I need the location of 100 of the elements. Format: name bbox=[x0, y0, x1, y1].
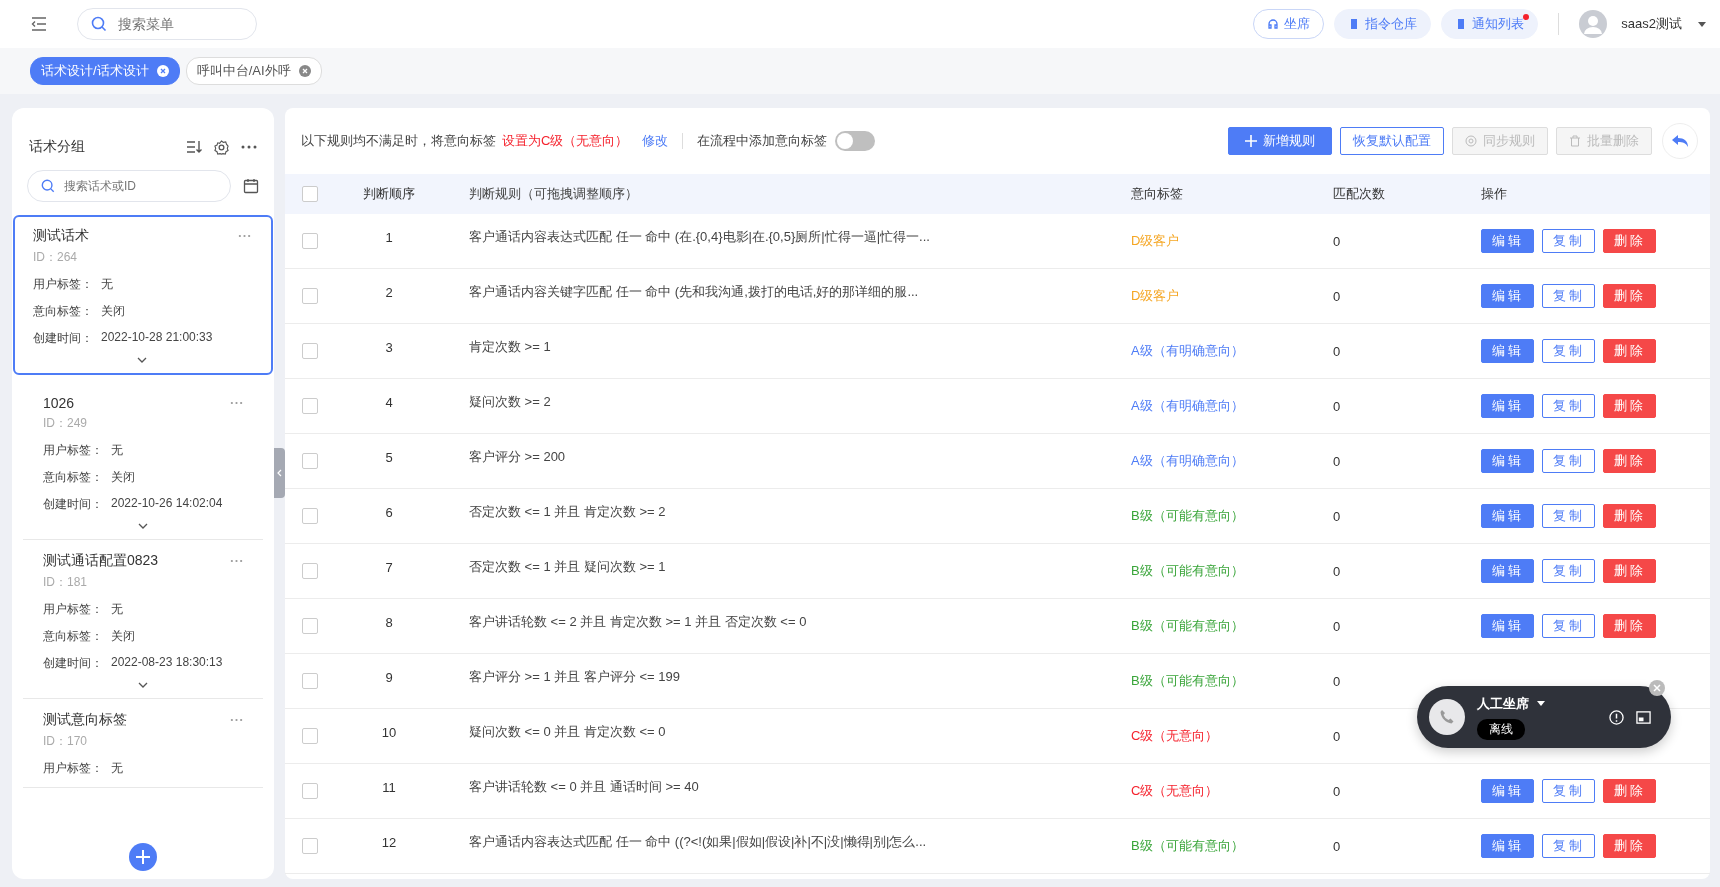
rule-cell: 客户评分 >= 1 并且 客户评分 <= 199 bbox=[469, 669, 680, 684]
row-action-button[interactable]: 复制 bbox=[1542, 339, 1595, 363]
script-name: 1026 bbox=[43, 395, 75, 411]
rule-cell: 客户通话内容关键字匹配 任一 命中 (先和我沟通,拨打的电话,好的那详细的服... bbox=[469, 284, 919, 299]
row-action-button[interactable]: 编辑 bbox=[1481, 229, 1534, 253]
row-checkbox[interactable] bbox=[302, 673, 318, 689]
script-card[interactable]: 测试通话配置0823 ID：181 用户标签： 无 意向标签： 关闭 创建时间： 2022-08-23 18:30:13 bbox=[23, 540, 263, 699]
header-button[interactable]: 坐席 bbox=[1253, 9, 1325, 39]
add-button[interactable] bbox=[129, 843, 157, 871]
row-action-button[interactable]: 删除 bbox=[1603, 339, 1656, 363]
row-checkbox[interactable] bbox=[302, 398, 318, 414]
header-button[interactable]: 指令仓库 bbox=[1334, 9, 1432, 39]
caret-icon[interactable] bbox=[1537, 701, 1545, 706]
script-card[interactable]: 测试话术 ID：264 用户标签： 无 意向标签： 关闭 创建时间： 2022-10-28 21:00:33 bbox=[13, 215, 273, 375]
toolbar-button[interactable]: 新增规则 bbox=[1228, 127, 1332, 155]
row-action-button[interactable]: 删除 bbox=[1603, 779, 1656, 803]
row-action-button[interactable]: 删除 bbox=[1603, 449, 1656, 473]
order-cell: 9 bbox=[385, 669, 393, 685]
user-name[interactable]: saas2测试 bbox=[1621, 15, 1682, 33]
column-header: 判断规则（可拖拽调整顺序） bbox=[469, 186, 638, 201]
row-action-button[interactable]: 删除 bbox=[1603, 504, 1656, 528]
edit-link[interactable]: 修改 bbox=[642, 132, 669, 150]
row-checkbox[interactable] bbox=[302, 508, 318, 524]
menu-icon[interactable] bbox=[31, 17, 47, 31]
sort-icon[interactable] bbox=[186, 140, 202, 154]
chevron-down-icon[interactable] bbox=[137, 357, 147, 363]
page-tab[interactable]: 呼叫中台/AI外呼 bbox=[185, 57, 322, 85]
row-action-button[interactable]: 删除 bbox=[1603, 834, 1656, 858]
field-label: 用户标签： bbox=[43, 601, 103, 618]
row-action-button[interactable]: 复制 bbox=[1542, 284, 1595, 308]
chevron-left-icon bbox=[277, 469, 282, 477]
column-header: 匹配次数 bbox=[1333, 186, 1385, 201]
row-checkbox[interactable] bbox=[302, 343, 318, 359]
rule-cell: 肯定次数 >= 1 bbox=[469, 339, 551, 354]
row-checkbox[interactable] bbox=[302, 838, 318, 854]
row-action-button[interactable]: 复制 bbox=[1542, 504, 1595, 528]
row-action-button[interactable]: 删除 bbox=[1603, 559, 1656, 583]
script-id: ID：170 bbox=[43, 733, 89, 750]
row-checkbox[interactable] bbox=[302, 233, 318, 249]
rule-cell: 客户通话内容表达式匹配 任一 命中 ((?<!(如果|假如|假设|补|不|没|懒得|别|怎么... bbox=[469, 834, 927, 849]
row-action-button[interactable]: 复制 bbox=[1542, 614, 1595, 638]
row-action-button[interactable]: 复制 bbox=[1542, 449, 1595, 473]
phone-icon[interactable] bbox=[1429, 699, 1465, 735]
order-cell: 8 bbox=[385, 614, 393, 630]
row-checkbox[interactable] bbox=[302, 288, 318, 304]
field-label: 创建时间： bbox=[43, 496, 103, 513]
row-action-button[interactable]: 删除 bbox=[1603, 284, 1656, 308]
button-icon bbox=[1267, 18, 1280, 30]
more-icon[interactable] bbox=[241, 145, 257, 149]
row-action-button[interactable]: 编辑 bbox=[1481, 779, 1534, 803]
chevron-down-icon[interactable] bbox=[138, 682, 148, 688]
row-checkbox[interactable] bbox=[302, 453, 318, 469]
field-label: 创建时间： bbox=[33, 330, 93, 347]
search-field[interactable]: 搜索话术或ID bbox=[27, 170, 231, 202]
script-card[interactable]: 测试意向标签 ID：170 用户标签： 无 bbox=[23, 699, 263, 788]
intent-tag: B级（可能有意向） bbox=[1131, 618, 1244, 633]
row-checkbox[interactable] bbox=[302, 563, 318, 579]
info-icon[interactable] bbox=[1609, 709, 1624, 725]
avatar-icon[interactable] bbox=[1579, 10, 1608, 38]
row-action-button[interactable]: 编辑 bbox=[1481, 504, 1534, 528]
row-action-button[interactable]: 编辑 bbox=[1481, 339, 1534, 363]
sync-icon bbox=[1465, 135, 1477, 147]
chevron-down-icon[interactable] bbox=[138, 523, 148, 529]
toolbar-button[interactable]: 恢复默认配置 bbox=[1340, 127, 1444, 155]
caret-icon[interactable] bbox=[1698, 21, 1706, 27]
widget-title[interactable]: 人工坐席 bbox=[1477, 694, 1529, 713]
row-action-button[interactable]: 删除 bbox=[1603, 229, 1656, 253]
row-action-button[interactable]: 编辑 bbox=[1481, 394, 1534, 418]
collapse-handle[interactable] bbox=[274, 448, 285, 498]
row-action-button[interactable]: 复制 bbox=[1542, 229, 1595, 253]
row-action-button[interactable]: 复制 bbox=[1542, 559, 1595, 583]
row-action-button[interactable]: 复制 bbox=[1542, 834, 1595, 858]
select-all-checkbox[interactable] bbox=[302, 186, 318, 202]
intent-tag: C级（无意向） bbox=[1131, 728, 1219, 743]
row-checkbox[interactable] bbox=[302, 728, 318, 744]
row-action-button[interactable]: 编辑 bbox=[1481, 284, 1534, 308]
script-card[interactable]: 1026 ID：249 用户标签： 无 意向标签： 关闭 创建时间： 2022-10-26 14:02:04 bbox=[23, 383, 263, 540]
row-action-button[interactable]: 编辑 bbox=[1481, 834, 1534, 858]
script-id: ID：181 bbox=[43, 574, 89, 591]
search-field[interactable]: 搜索菜单 bbox=[77, 8, 257, 40]
window-icon[interactable] bbox=[1636, 709, 1651, 725]
script-name: 测试话术 bbox=[33, 227, 89, 245]
column-header: 意向标签 bbox=[1131, 186, 1183, 201]
row-action-button[interactable]: 编辑 bbox=[1481, 449, 1534, 473]
settings-icon[interactable] bbox=[214, 139, 229, 155]
row-checkbox[interactable] bbox=[302, 618, 318, 634]
row-action-button[interactable]: 编辑 bbox=[1481, 559, 1534, 583]
toggle-switch[interactable] bbox=[835, 131, 876, 151]
row-action-button[interactable]: 编辑 bbox=[1481, 614, 1534, 638]
row-action-button[interactable]: 复制 bbox=[1542, 394, 1595, 418]
close-icon[interactable] bbox=[1649, 680, 1665, 696]
script-name: 测试通话配置0823 bbox=[43, 552, 159, 570]
back-button[interactable] bbox=[1662, 123, 1698, 159]
row-checkbox[interactable] bbox=[302, 783, 318, 799]
row-action-button[interactable]: 删除 bbox=[1603, 614, 1656, 638]
row-action-button[interactable]: 复制 bbox=[1542, 779, 1595, 803]
page-tab[interactable]: 话术设计/话术设计 bbox=[30, 57, 180, 85]
header-button[interactable]: 通知列表 bbox=[1441, 9, 1539, 39]
calendar-icon[interactable] bbox=[243, 178, 259, 194]
row-action-button[interactable]: 删除 bbox=[1603, 394, 1656, 418]
